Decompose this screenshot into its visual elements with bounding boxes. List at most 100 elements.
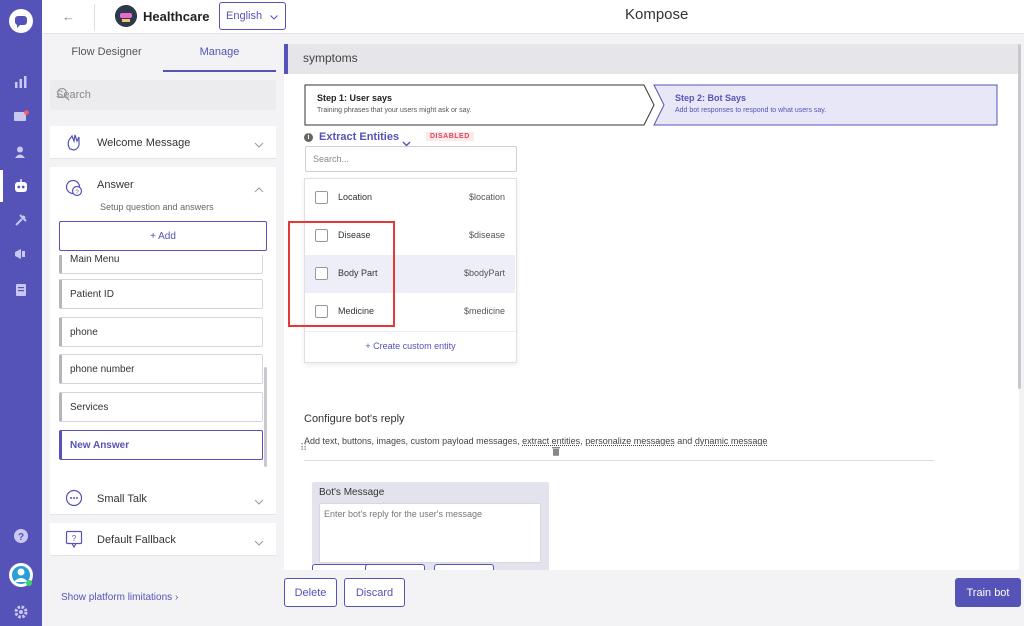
user-avatar[interactable] [8, 562, 34, 588]
platform-limitations-link[interactable]: Show platform limitations › [61, 592, 178, 603]
chevron-down-icon[interactable] [254, 135, 264, 153]
left-scrollbar[interactable] [264, 367, 267, 467]
chevron-right-icon: › [174, 592, 179, 603]
reports-icon[interactable] [11, 280, 31, 300]
tab-bar: Flow Designer Manage [50, 34, 276, 72]
bot-name: Healthcare [143, 9, 210, 24]
info-icon: i [304, 133, 313, 142]
answer-list: Main Menu Patient ID phone phone number … [59, 255, 267, 470]
settings-icon[interactable] [11, 602, 31, 622]
entity-variable: $bodyPart [463, 268, 505, 278]
bot-reply-textarea[interactable]: Enter bot's reply for the user's message [319, 503, 541, 563]
default-fallback-title: Default Fallback [97, 534, 176, 546]
entity-option-location[interactable]: Location $location [305, 179, 515, 217]
bot-reply-placeholder: Enter bot's reply for the user's message [324, 509, 483, 519]
reply-description: Add text, buttons, images, custom payloa… [304, 436, 767, 446]
personalize-messages-link[interactable]: personalize messages [585, 436, 675, 446]
delete-button[interactable]: Delete [284, 578, 337, 607]
list-item[interactable]: phone number [59, 354, 263, 384]
divider [304, 460, 934, 461]
help-icon[interactable]: ? [11, 526, 31, 546]
list-item[interactable]: Patient ID [59, 279, 263, 309]
intent-search-input[interactable]: Search [50, 80, 276, 110]
extract-entities-label: Extract Entities [319, 131, 400, 143]
bot-icon[interactable] [11, 176, 31, 196]
dashboard-icon[interactable] [11, 72, 31, 92]
main-panel: symptoms Step 1: User says Training phra… [284, 34, 1024, 626]
bot-message-title: Bot's Message [319, 487, 385, 498]
tab-manage[interactable]: Manage [163, 34, 276, 72]
svg-text:?: ? [72, 534, 77, 543]
app-title: Kompose [625, 6, 689, 23]
small-talk-section[interactable]: Small Talk [50, 482, 276, 515]
step-1-title: Step 1: User says [317, 93, 393, 103]
language-select[interactable]: English [219, 2, 286, 30]
campaigns-icon[interactable] [11, 244, 31, 264]
step-1[interactable]: Step 1: User says Training phrases that … [305, 86, 645, 124]
platform-limitations-label: Show platform limitations [61, 592, 173, 603]
extract-entities-toggle[interactable]: i Extract Entities DISABLED [304, 130, 484, 147]
intent-content: Step 1: User says Training phrases that … [284, 74, 1019, 604]
answer-section: ? Answer Setup question and answers + Ad… [50, 167, 276, 485]
app-root: ? ← Healthcare English Kompose Flow Desi… [0, 0, 1024, 626]
kommunicate-logo-icon[interactable] [8, 8, 34, 34]
wave-hand-icon [64, 132, 84, 152]
dynamic-message-link[interactable]: dynamic message [695, 436, 768, 446]
list-item[interactable]: Services [59, 392, 263, 422]
chat-bubble-icon [64, 488, 84, 508]
add-answer-button[interactable]: + Add [59, 221, 267, 251]
bot-avatar [115, 5, 137, 27]
step-2[interactable]: Step 2: Bot Says Add bot responses to re… [663, 86, 993, 124]
reply-desc-text: Add text, buttons, images, custom payloa… [304, 436, 520, 446]
small-talk-title: Small Talk [97, 493, 147, 505]
chevron-up-icon[interactable] [254, 180, 264, 198]
answer-title: Answer [97, 179, 134, 191]
entity-variable: $medicine [463, 306, 505, 316]
language-value: English [226, 10, 263, 22]
tab-flow-designer[interactable]: Flow Designer [50, 34, 163, 72]
footer-bar: Delete Discard Train bot [284, 570, 1024, 626]
list-item[interactable]: phone [59, 317, 263, 347]
entity-search-placeholder: Search... [313, 154, 350, 164]
discard-button[interactable]: Discard [344, 578, 405, 607]
entity-search-input[interactable]: Search... [305, 146, 517, 172]
chevron-down-icon [270, 11, 278, 23]
create-custom-entity-link[interactable]: + Create custom entity [305, 341, 516, 351]
divider [94, 4, 95, 30]
entity-variable: $disease [468, 230, 505, 240]
entity-variable: $location [468, 192, 505, 202]
trash-icon[interactable] [552, 443, 560, 461]
checkbox[interactable] [315, 191, 328, 204]
step-2-title: Step 2: Bot Says [675, 93, 747, 103]
question-bubble-icon: ? [64, 178, 84, 198]
answer-subtitle: Setup question and answers [100, 202, 214, 212]
search-icon [56, 87, 266, 104]
nav-rail: ? [0, 0, 42, 626]
reply-desc-comma: , [580, 436, 583, 446]
intent-header: symptoms [284, 44, 1019, 74]
intent-name: symptoms [303, 51, 358, 65]
list-item-selected[interactable]: New Answer [59, 430, 263, 460]
main-scrollbar[interactable] [1018, 44, 1021, 389]
welcome-message-section[interactable]: Welcome Message [50, 126, 276, 159]
train-bot-button[interactable]: Train bot [955, 578, 1021, 607]
drag-handle-icon[interactable]: ⠿ [300, 443, 307, 454]
welcome-message-title: Welcome Message [97, 137, 191, 149]
list-item[interactable]: Main Menu [59, 255, 263, 274]
chevron-down-icon[interactable] [254, 533, 264, 551]
step-2-desc: Add bot responses to respond to what use… [675, 107, 827, 114]
divider [305, 331, 516, 332]
active-indicator [0, 170, 3, 202]
users-icon[interactable] [11, 142, 31, 162]
back-arrow-icon[interactable]: ← [62, 9, 75, 24]
reply-desc-and: and [677, 436, 693, 446]
svg-text:?: ? [18, 532, 24, 543]
default-fallback-section[interactable]: ? Default Fallback [50, 523, 276, 556]
integrations-icon[interactable] [11, 210, 31, 230]
status-badge: DISABLED [426, 132, 474, 141]
conversations-icon[interactable] [11, 107, 31, 127]
left-panel: Flow Designer Manage Search Welcome Mess… [42, 34, 284, 626]
step-1-desc: Training phrases that your users might a… [317, 107, 472, 114]
chevron-down-icon[interactable] [254, 492, 264, 510]
highlight-box [288, 221, 395, 327]
